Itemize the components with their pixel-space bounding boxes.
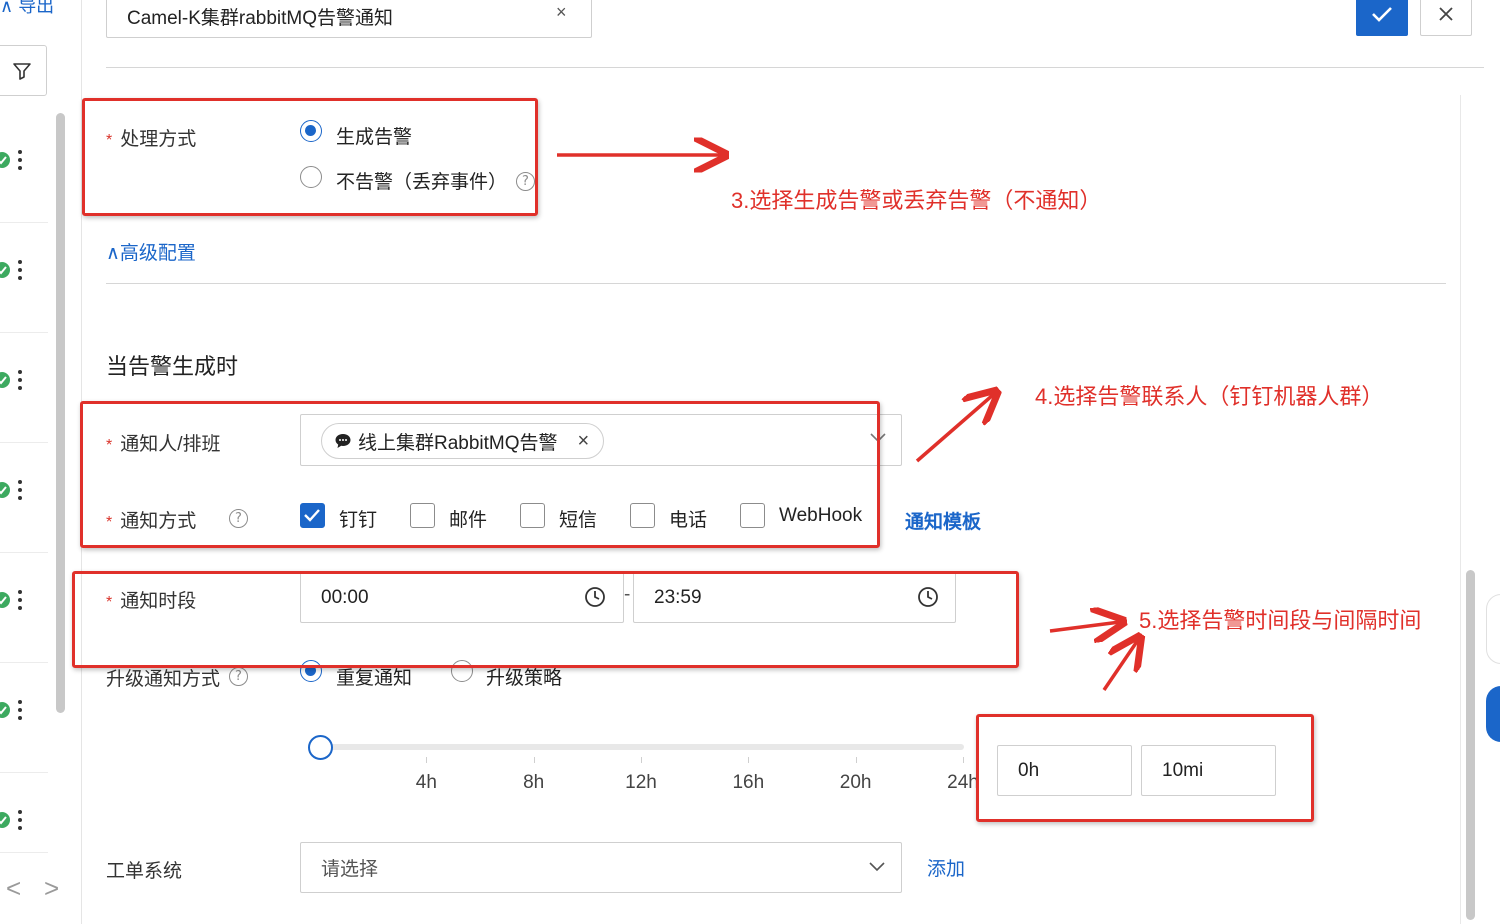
annotation-arrows bbox=[557, 0, 1500, 691]
annotation-arrow bbox=[915, 394, 994, 463]
annotation-step3: 3.选择生成告警或丢弃告警（不通知） bbox=[731, 188, 1102, 213]
annotation-step5: 5.选择告警时间段与间隔时间 bbox=[1139, 608, 1422, 633]
annotation-step4: 4.选择告警联系人（钉钉机器人群） bbox=[1035, 384, 1384, 409]
annotation-arrow bbox=[1102, 640, 1138, 691]
annotation-arrow bbox=[1049, 622, 1120, 631]
